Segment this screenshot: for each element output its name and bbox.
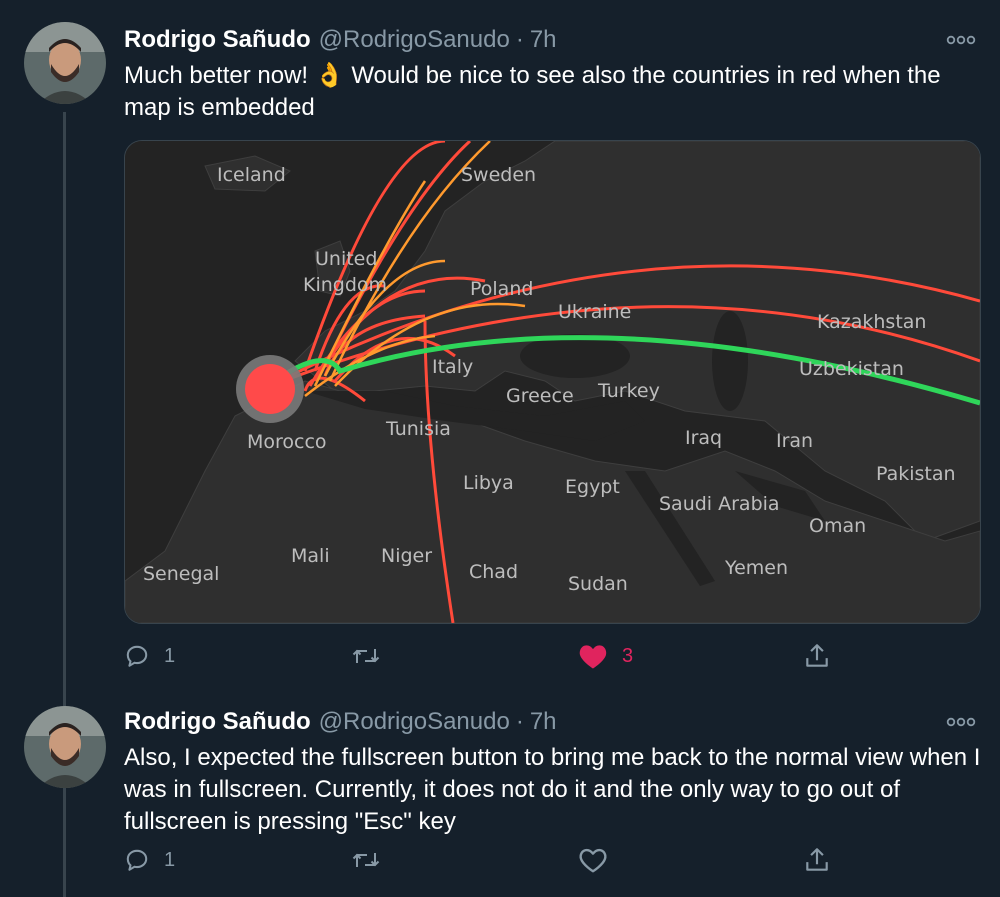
map-label-morocco: Morocco — [247, 431, 327, 453]
map-canvas: Iceland Sweden United Kingdom Poland Ukr… — [125, 141, 980, 623]
share-icon — [806, 644, 828, 667]
tweet-text: Also, I expected the fullscreen button t… — [124, 744, 981, 835]
map-label-yemen: Yemen — [724, 557, 788, 579]
map-label-sweden: Sweden — [461, 164, 536, 186]
map-label-iran: Iran — [776, 430, 813, 452]
timestamp[interactable]: 7h — [530, 708, 557, 736]
origin-marker[interactable] — [245, 364, 295, 414]
map-label-kingdom: Kingdom — [303, 274, 387, 296]
like-button[interactable]: 3 — [578, 636, 633, 676]
retweet-button[interactable] — [352, 636, 394, 676]
author-handle[interactable]: @RodrigoSanudo — [319, 708, 510, 736]
heart-filled-icon — [579, 645, 607, 669]
map-label-pakistan: Pakistan — [876, 463, 956, 485]
like-count: 3 — [622, 644, 634, 667]
reply-button[interactable]: 1 — [124, 636, 175, 676]
map-label-mali: Mali — [291, 545, 330, 567]
tweet-header: Rodrigo Sañudo @RodrigoSanudo · 7h — [124, 706, 557, 738]
reply-button[interactable]: 1 — [124, 840, 175, 880]
timestamp[interactable]: 7h — [530, 26, 557, 54]
reply-count: 1 — [164, 644, 176, 667]
more-options-button[interactable] — [944, 28, 978, 52]
map-label-saudi-arabia: Saudi Arabia — [659, 493, 780, 515]
separator-dot: · — [515, 708, 524, 735]
map-label-iraq: Iraq — [685, 427, 722, 449]
tweet[interactable]: Rodrigo Sañudo @RodrigoSanudo · 7h Much … — [0, 0, 1000, 690]
map-label-tunisia: Tunisia — [385, 418, 451, 440]
share-button[interactable] — [804, 636, 830, 676]
map-label-egypt: Egypt — [565, 476, 620, 498]
like-button[interactable] — [578, 840, 622, 880]
reply-icon — [126, 645, 148, 667]
map-label-niger: Niger — [381, 545, 432, 567]
map-label-united: United — [315, 248, 377, 270]
map-label-uzbekistan: Uzbekistan — [799, 358, 904, 380]
map-label-libya: Libya — [463, 472, 514, 494]
tweet-text-part: Much better now! — [124, 62, 315, 89]
map-label-turkey: Turkey — [597, 380, 660, 402]
avatar-image — [24, 22, 106, 104]
tweet[interactable]: Rodrigo Sañudo @RodrigoSanudo · 7h Also,… — [0, 690, 1000, 897]
retweet-icon — [352, 649, 380, 663]
map-label-poland: Poland — [470, 278, 533, 300]
tweet-text: Much better now! 👌 Would be nice to see … — [124, 60, 984, 124]
map-label-sudan: Sudan — [568, 573, 628, 595]
separator-dot: · — [515, 26, 524, 53]
author-handle[interactable]: @RodrigoSanudo — [319, 26, 510, 54]
author-name[interactable]: Rodrigo Sañudo — [124, 708, 311, 736]
heart-outline-icon — [579, 848, 607, 873]
map-label-ukraine: Ukraine — [558, 301, 631, 323]
retweet-button[interactable] — [352, 840, 394, 880]
map-label-italy: Italy — [432, 356, 473, 378]
map-label-chad: Chad — [469, 561, 518, 583]
author-name[interactable]: Rodrigo Sañudo — [124, 26, 311, 54]
share-icon — [806, 848, 828, 871]
map-label-kazakhstan: Kazakhstan — [817, 311, 926, 333]
ok-hand-emoji: 👌 — [314, 62, 345, 89]
map-caspian-sea — [712, 311, 748, 411]
map-label-senegal: Senegal — [143, 563, 219, 585]
map-label-oman: Oman — [809, 515, 866, 537]
reply-count: 1 — [164, 848, 176, 871]
more-options-button[interactable] — [944, 710, 978, 734]
tweet-actions: 1 3 — [124, 636, 844, 676]
more-icon — [946, 717, 976, 727]
more-icon — [946, 35, 976, 45]
share-button[interactable] — [804, 840, 830, 880]
reply-icon — [126, 849, 148, 871]
map-image[interactable]: Iceland Sweden United Kingdom Poland Ukr… — [124, 140, 981, 624]
tweet-actions: 1 — [124, 840, 844, 880]
retweet-icon — [352, 853, 380, 867]
avatar-image — [24, 706, 106, 788]
map-label-iceland: Iceland — [217, 164, 286, 186]
tweet-header: Rodrigo Sañudo @RodrigoSanudo · 7h — [124, 24, 557, 56]
avatar[interactable] — [24, 706, 106, 788]
map-label-greece: Greece — [506, 385, 574, 407]
avatar[interactable] — [24, 22, 106, 104]
